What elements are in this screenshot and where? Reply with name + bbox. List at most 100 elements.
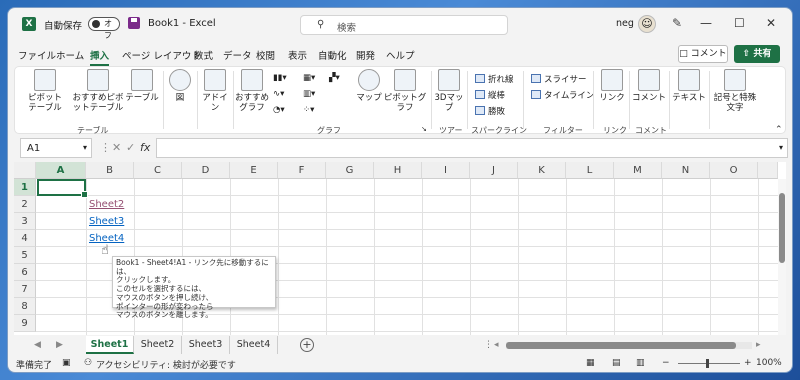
page-break-view-icon[interactable]: ▥ bbox=[636, 358, 645, 368]
formula-input[interactable]: ▾ bbox=[156, 138, 788, 158]
chart-launcher-icon[interactable]: ↘ bbox=[421, 125, 427, 133]
close-icon[interactable]: ✕ bbox=[766, 16, 776, 30]
macro-record-icon[interactable]: ▣ bbox=[62, 358, 71, 368]
column-header-o[interactable]: O bbox=[710, 162, 758, 179]
column-header-g[interactable]: G bbox=[326, 162, 374, 179]
column-header-f[interactable]: F bbox=[278, 162, 326, 179]
zoom-slider[interactable] bbox=[678, 363, 740, 364]
recommended-charts-button[interactable]: おすすめグラフ bbox=[235, 69, 269, 113]
column-header-n[interactable]: N bbox=[662, 162, 710, 179]
selected-cell-a1[interactable] bbox=[37, 179, 88, 198]
tab-file[interactable]: ファイル bbox=[18, 48, 56, 62]
tab-automate[interactable]: 自動化 bbox=[318, 48, 347, 62]
column-chart-icon[interactable]: ▮▮▾ bbox=[273, 73, 287, 83]
slicer-button[interactable]: スライサー bbox=[531, 73, 587, 85]
comments-button[interactable]: □ コメント bbox=[678, 45, 728, 63]
avatar[interactable]: ☺ bbox=[638, 15, 656, 33]
search-box[interactable]: ⚲ 検索 bbox=[300, 15, 508, 35]
hyperlink-sheet3[interactable]: Sheet3 bbox=[89, 216, 124, 227]
autosave-toggle[interactable]: オフ bbox=[88, 17, 120, 40]
prev-sheet-icon[interactable]: ◀ bbox=[34, 340, 41, 350]
statistic-chart-icon[interactable]: ▥▾ bbox=[303, 89, 315, 99]
tab-page-layout[interactable]: ページ レイアウト bbox=[122, 48, 201, 62]
sparkline-winloss-button[interactable]: 勝敗 bbox=[475, 105, 505, 117]
row-header-4[interactable]: 4 bbox=[14, 230, 36, 247]
text-button[interactable]: テキスト bbox=[671, 69, 707, 103]
more-icon[interactable]: ⋮ bbox=[484, 340, 493, 350]
tab-data[interactable]: データ bbox=[223, 48, 252, 62]
column-header-a[interactable]: A bbox=[36, 162, 86, 179]
next-sheet-icon[interactable]: ▶ bbox=[56, 340, 63, 350]
pivot-chart-button[interactable]: ピボットグラフ bbox=[383, 69, 427, 113]
column-header-j[interactable]: J bbox=[470, 162, 518, 179]
normal-view-icon[interactable]: ▦ bbox=[586, 358, 595, 368]
column-header-c[interactable]: C bbox=[134, 162, 182, 179]
row-header-9[interactable]: 9 bbox=[14, 315, 36, 332]
symbols-button[interactable]: 記号と特殊文字 bbox=[711, 69, 759, 113]
add-sheet-icon[interactable]: + bbox=[300, 338, 314, 352]
cancel-icon[interactable]: ✕ bbox=[112, 141, 121, 154]
addins-button[interactable]: アドイン bbox=[199, 69, 231, 113]
hyperlink-sheet2[interactable]: Sheet2 bbox=[89, 199, 124, 210]
sparkline-line-button[interactable]: 折れ線 bbox=[475, 73, 514, 85]
insert-function-icon[interactable]: fx bbox=[140, 141, 150, 154]
tab-home[interactable]: ホーム bbox=[56, 48, 84, 62]
column-header-k[interactable]: K bbox=[518, 162, 566, 179]
tab-review[interactable]: 校閲 bbox=[256, 48, 275, 62]
scroll-left-icon[interactable]: ◂ bbox=[494, 340, 499, 350]
save-icon[interactable] bbox=[128, 17, 140, 29]
row-header-1[interactable]: 1 bbox=[14, 179, 36, 196]
tab-help[interactable]: ヘルプ bbox=[386, 48, 415, 62]
tab-developer[interactable]: 開発 bbox=[356, 48, 375, 62]
waterfall-chart-icon[interactable]: ▞▾ bbox=[329, 73, 340, 83]
horizontal-scrollbar[interactable] bbox=[506, 342, 752, 349]
row-header-2[interactable]: 2 bbox=[14, 196, 36, 213]
pie-chart-icon[interactable]: ◔▾ bbox=[273, 105, 285, 115]
horizontal-scroll-thumb[interactable] bbox=[506, 342, 736, 349]
row-header-5[interactable]: 5 bbox=[14, 247, 36, 264]
tab-insert[interactable]: 挿入 bbox=[90, 48, 110, 66]
name-box[interactable]: A1 ▾ bbox=[20, 138, 92, 158]
link-button[interactable]: リンク bbox=[597, 69, 627, 103]
minimize-icon[interactable]: — bbox=[700, 16, 712, 30]
select-all-corner[interactable] bbox=[14, 162, 36, 179]
sheet-tab-3[interactable]: Sheet3 bbox=[182, 336, 230, 354]
column-header-m[interactable]: M bbox=[614, 162, 662, 179]
table-button[interactable]: テーブル bbox=[125, 69, 159, 103]
vertical-scroll-thumb[interactable] bbox=[779, 193, 785, 263]
column-header-d[interactable]: D bbox=[182, 162, 230, 179]
pivot-table-button[interactable]: ピボットテーブル bbox=[27, 69, 63, 113]
tab-formulas[interactable]: 数式 bbox=[194, 48, 213, 62]
column-header-l[interactable]: L bbox=[566, 162, 614, 179]
comment-button[interactable]: コメント bbox=[631, 69, 667, 103]
sheet-tab-4[interactable]: Sheet4 bbox=[230, 336, 278, 354]
recommended-pivot-button[interactable]: おすすめピボットテーブル bbox=[71, 69, 125, 113]
maps-button[interactable]: マップ bbox=[355, 69, 383, 103]
column-header-i[interactable]: I bbox=[422, 162, 470, 179]
enter-icon[interactable]: ✓ bbox=[126, 141, 135, 154]
illustrations-button[interactable]: 図 bbox=[165, 69, 195, 103]
zoom-out-icon[interactable]: − bbox=[662, 358, 670, 368]
collapse-ribbon-icon[interactable]: ⌃ bbox=[775, 125, 783, 135]
column-header-h[interactable]: H bbox=[374, 162, 422, 179]
line-chart-icon[interactable]: ∿▾ bbox=[273, 89, 284, 99]
maximize-icon[interactable]: ☐ bbox=[734, 16, 745, 30]
zoom-level[interactable]: 100% bbox=[756, 358, 782, 368]
column-header-e[interactable]: E bbox=[230, 162, 278, 179]
row-header-3[interactable]: 3 bbox=[14, 213, 36, 230]
zoom-slider-knob[interactable] bbox=[706, 359, 709, 368]
row-header-6[interactable]: 6 bbox=[14, 264, 36, 281]
hierarchy-chart-icon[interactable]: ▦▾ bbox=[303, 73, 315, 83]
sheet-tab-2[interactable]: Sheet2 bbox=[134, 336, 182, 354]
column-header-b[interactable]: B bbox=[86, 162, 134, 179]
accessibility-icon[interactable]: ⚇ bbox=[84, 358, 92, 368]
zoom-in-icon[interactable]: + bbox=[744, 358, 752, 368]
row-header-8[interactable]: 8 bbox=[14, 298, 36, 315]
share-button[interactable]: ⇧ 共有 bbox=[734, 45, 780, 63]
3d-map-button[interactable]: 3Dマップ bbox=[433, 69, 465, 113]
tab-view[interactable]: 表示 bbox=[288, 48, 307, 62]
row-header-7[interactable]: 7 bbox=[14, 281, 36, 298]
pen-icon[interactable]: ✎ bbox=[672, 16, 682, 30]
scroll-right-icon[interactable]: ▸ bbox=[756, 340, 761, 350]
scatter-chart-icon[interactable]: ⁘▾ bbox=[303, 105, 314, 115]
